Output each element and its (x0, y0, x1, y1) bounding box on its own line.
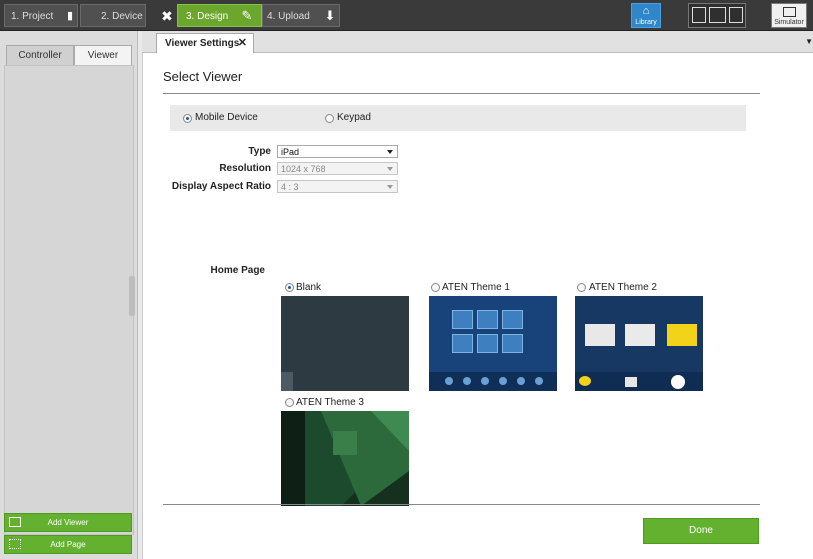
bottom-bar (429, 372, 557, 391)
tab-label: Viewer (87, 50, 119, 61)
aten-theme-1-radio[interactable] (431, 283, 440, 292)
meeting-card (625, 324, 655, 346)
home-page-label: Home Page (210, 265, 265, 276)
aten-theme-3-label[interactable]: ATEN Theme 3 (296, 397, 364, 408)
type-label: Type (248, 146, 271, 157)
aten-theme-1-thumbnail[interactable] (429, 296, 557, 391)
tools-icon[interactable]: ✖ (160, 9, 174, 23)
divider (163, 93, 760, 94)
step-label: 3. Design (186, 11, 229, 22)
aspect-ratio-select[interactable]: 4 : 3 (277, 180, 398, 193)
brush-icon: ✎ (241, 8, 253, 23)
device-type-group: Mobile Device Keypad (170, 105, 746, 131)
layout-left-icon[interactable] (692, 7, 706, 23)
page-title: Select Viewer (163, 69, 243, 84)
resolution-value: 1024 x 768 (281, 164, 326, 174)
tab-viewer-settings[interactable]: Viewer Settings ✕ (156, 33, 254, 53)
aten-theme-3-radio[interactable] (285, 398, 294, 407)
mobile-device-label[interactable]: Mobile Device (195, 112, 258, 123)
close-icon[interactable]: ✕ (238, 34, 247, 53)
cable-box-tile (452, 310, 473, 329)
cable-dot (499, 377, 507, 385)
bottom-divider (163, 504, 760, 505)
upload-icon: ⬇ (324, 8, 336, 23)
layout-center-icon[interactable] (709, 7, 726, 23)
power-card (667, 324, 697, 346)
simulator-icon (783, 7, 796, 17)
tab-label: Controller (18, 50, 62, 61)
music-tile (452, 334, 473, 353)
screen-icon (625, 377, 637, 387)
aten-theme-2-radio[interactable] (577, 283, 586, 292)
left-panel: Controller Viewer Add Viewer Add Page (0, 31, 138, 559)
clock-icon (671, 375, 685, 389)
climate-tile (477, 310, 498, 329)
presentation-tile (502, 310, 523, 329)
bottom-bar (575, 372, 703, 391)
step-label: 4. Upload (267, 11, 310, 22)
done-button[interactable]: Done (643, 518, 759, 544)
app-window: 1. Project ▮ 2. Device ✖ 3. Design ✎ 4. … (0, 0, 813, 559)
simulator-button[interactable]: Simulator (771, 3, 807, 28)
aten-theme-3-thumbnail[interactable] (281, 411, 409, 506)
dvd-dot (481, 377, 489, 385)
aten-theme-2-label[interactable]: ATEN Theme 2 (589, 282, 657, 293)
simulator-label: Simulator (774, 19, 804, 26)
bulb-icon (579, 376, 591, 386)
chevron-down-icon[interactable]: ▼ (805, 37, 813, 46)
main-area: Viewer Settings ✕ ▼ Select Viewer Mobile… (142, 31, 813, 559)
library-label: Library (635, 19, 657, 26)
lighting-tile (502, 334, 523, 353)
add-viewer-button[interactable]: Add Viewer (4, 513, 132, 532)
resolution-select[interactable]: 1024 x 768 (277, 162, 398, 175)
aspect-ratio-label: Display Aspect Ratio (171, 181, 271, 192)
add-page-button[interactable]: Add Page (4, 535, 132, 554)
document-tabstrip: Viewer Settings ✕ ▼ (142, 31, 813, 53)
step-project[interactable]: 1. Project ▮ (4, 4, 78, 27)
mobile-device-icon: ▮ (66, 10, 74, 22)
aten-theme-2-thumbnail[interactable] (575, 296, 703, 391)
step-label: 2. Device (101, 11, 143, 22)
add-viewer-label: Add Viewer (47, 518, 89, 527)
type-value: iPad (281, 147, 300, 157)
theme-3-background (281, 411, 409, 506)
display-card (585, 324, 615, 346)
tab-label: Viewer Settings (165, 38, 240, 49)
blank-theme-label[interactable]: Blank (296, 282, 321, 293)
aten-theme-1-label[interactable]: ATEN Theme 1 (442, 282, 510, 293)
aspect-ratio-value: 4 : 3 (281, 182, 299, 192)
resolution-label: Resolution (219, 163, 271, 174)
chevron-down-icon (387, 150, 393, 154)
type-select[interactable]: iPad (277, 145, 398, 158)
top-toolbar: 1. Project ▮ 2. Device ✖ 3. Design ✎ 4. … (0, 0, 813, 31)
keypad-label[interactable]: Keypad (337, 112, 371, 123)
add-page-label: Add Page (50, 540, 86, 549)
chevron-down-icon (387, 185, 393, 189)
viewer-list[interactable] (4, 65, 134, 535)
blank-theme-thumbnail[interactable] (281, 296, 409, 391)
keypad-radio[interactable] (325, 114, 334, 123)
home-icon (281, 372, 293, 391)
tab-controller[interactable]: Controller (6, 45, 74, 65)
library-button[interactable]: ⌂ Library (631, 3, 661, 28)
mobile-device-radio[interactable] (183, 114, 192, 123)
devices-dot (463, 377, 471, 385)
tab-viewer[interactable]: Viewer (74, 45, 132, 65)
library-icon: ⌂ (642, 5, 650, 17)
chevron-down-icon (387, 167, 393, 171)
projector-dot (445, 377, 453, 385)
step-design[interactable]: 3. Design ✎ (177, 4, 262, 27)
step-upload[interactable]: 4. Upload ⬇ (262, 4, 340, 27)
smart-home-dot (517, 377, 525, 385)
step-label: 1. Project (11, 11, 54, 22)
layout-right-icon[interactable] (729, 7, 743, 23)
video-tile (477, 334, 498, 353)
viewer-settings-panel: Select Viewer Mobile Device Keypad Type … (142, 53, 813, 559)
lock-dot (535, 377, 543, 385)
panel-splitter[interactable] (129, 276, 135, 316)
step-device[interactable]: 2. Device (80, 4, 146, 27)
layout-switcher[interactable] (688, 3, 746, 28)
blank-theme-radio[interactable] (285, 283, 294, 292)
